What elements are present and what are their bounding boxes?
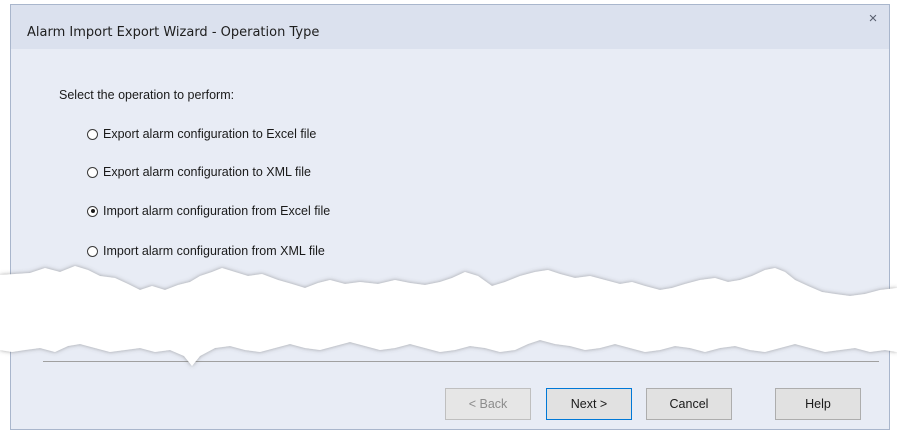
torn-gap-shape (0, 266, 897, 366)
torn-edge-overlay (0, 266, 897, 366)
